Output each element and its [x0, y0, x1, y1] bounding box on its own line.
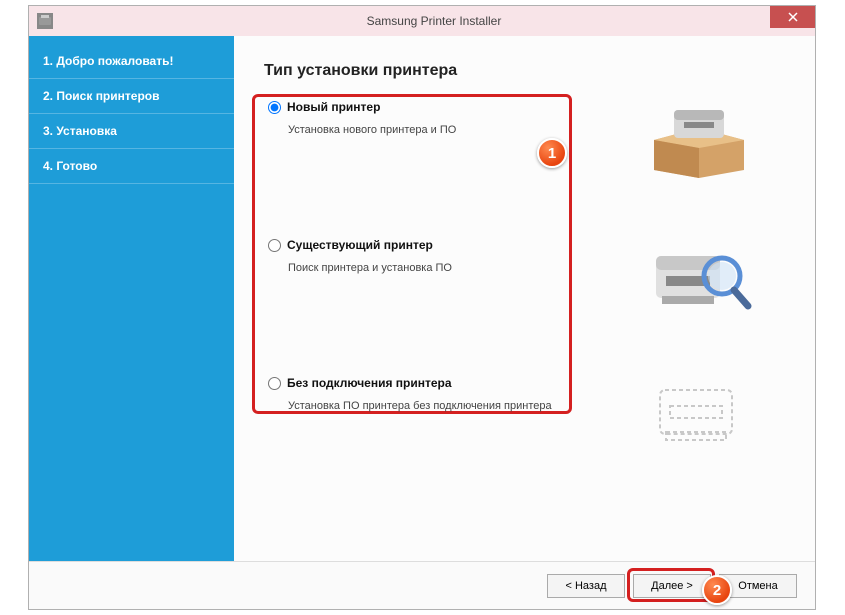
titlebar: Samsung Printer Installer — [29, 6, 815, 36]
sidebar-item-install[interactable]: 3. Установка — [29, 114, 234, 149]
annotation-badge-1: 1 — [537, 138, 567, 168]
page-title: Тип установки принтера — [264, 62, 785, 80]
option-new-printer: Новый принтер Установка нового принтера … — [264, 100, 785, 178]
radio-label-noconnect: Без подключения принтера — [287, 376, 452, 390]
option-existing-printer: Существующий принтер Поиск принтера и ус… — [264, 238, 785, 316]
sidebar-item-done[interactable]: 4. Готово — [29, 149, 234, 184]
radio-new-printer[interactable]: Новый принтер — [268, 100, 594, 114]
printer-outline-icon — [629, 376, 769, 446]
annotation-badge-2: 2 — [702, 575, 732, 605]
option-desc-noconnect: Установка ПО принтера без подключения пр… — [288, 400, 594, 412]
window-title: Samsung Printer Installer — [53, 14, 815, 28]
radio-input-new[interactable] — [268, 101, 281, 114]
radio-existing-printer[interactable]: Существующий принтер — [268, 238, 594, 252]
radio-no-connection[interactable]: Без подключения принтера — [268, 376, 594, 390]
content: 1. Добро пожаловать! 2. Поиск принтеров … — [29, 36, 815, 561]
option-desc-new: Установка нового принтера и ПО — [288, 124, 594, 136]
back-button[interactable]: < Назад — [547, 574, 625, 598]
close-button[interactable] — [770, 6, 815, 28]
sidebar: 1. Добро пожаловать! 2. Поиск принтеров … — [29, 36, 234, 561]
radio-input-existing[interactable] — [268, 239, 281, 252]
option-no-connection: Без подключения принтера Установка ПО пр… — [264, 376, 785, 446]
sidebar-item-search[interactable]: 2. Поиск принтеров — [29, 79, 234, 114]
radio-label-new: Новый принтер — [287, 100, 380, 114]
option-desc-existing: Поиск принтера и установка ПО — [288, 262, 594, 274]
printer-search-icon — [629, 238, 769, 316]
radio-input-noconnect[interactable] — [268, 377, 281, 390]
printer-in-box-icon — [629, 100, 769, 178]
radio-label-existing: Существующий принтер — [287, 238, 433, 252]
main-panel: Тип установки принтера Новый принтер Уст… — [234, 36, 815, 561]
app-icon — [37, 13, 53, 29]
window: Samsung Printer Installer 1. Добро пожал… — [28, 5, 816, 610]
options-group: Новый принтер Установка нового принтера … — [264, 100, 785, 446]
sidebar-item-welcome[interactable]: 1. Добро пожаловать! — [29, 44, 234, 79]
footer: < Назад Далее > Отмена — [29, 561, 815, 609]
next-button[interactable]: Далее > — [633, 574, 711, 598]
